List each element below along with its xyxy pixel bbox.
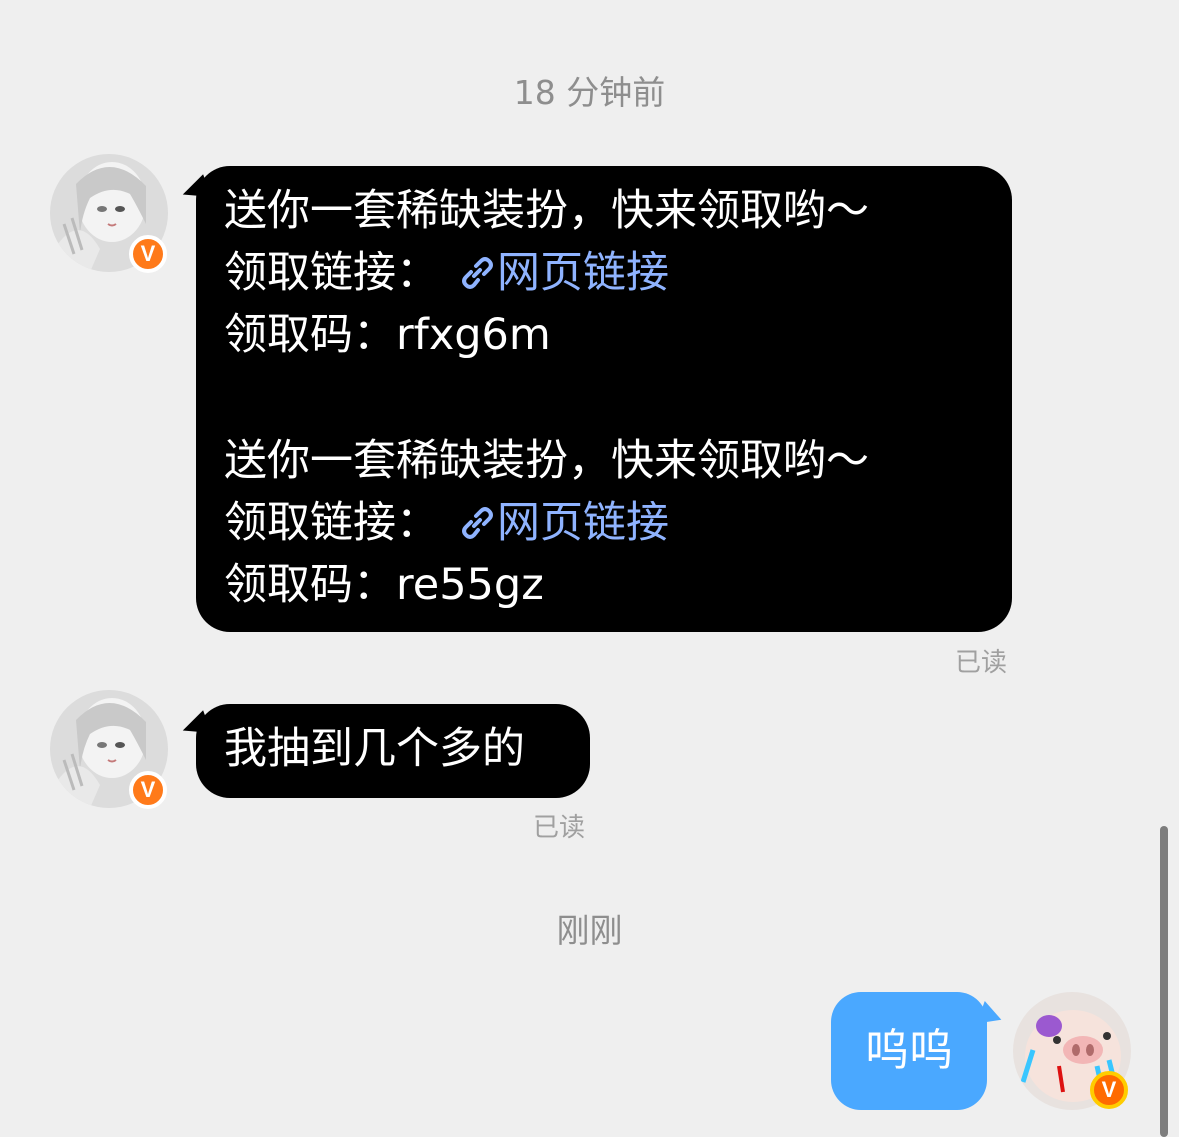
gift-code-1: 领取码：rfxg6m [224,310,551,360]
link-icon[interactable] [457,242,497,304]
gift-message-bubble[interactable]: 送你一套稀缺装扮，快来领取哟～ 领取链接： 网页链接 领取码：rfxg6m 送你一… [196,166,1012,632]
timestamp-just-now: 刚刚 [556,911,623,950]
timestamp-18min: 18 分钟前 [513,73,666,112]
draw-message-bubble[interactable]: 我抽到几个多的 [196,704,590,798]
web-link-2[interactable]: 网页链接 [497,498,669,548]
scrollbar[interactable] [1160,826,1168,1137]
web-link-1[interactable]: 网页链接 [497,248,669,298]
gift-link-row-2: 领取链接： 网页链接 [224,492,984,554]
read-status: 已读 [955,648,1008,678]
my-message-text: 呜呜 [865,1025,953,1076]
verified-badge-icon: V [129,235,167,273]
gift-text-2: 送你一套稀缺装扮，快来领取哟～ [224,436,869,486]
draw-text: 我抽到几个多的 [224,724,525,774]
link-icon[interactable] [457,492,497,554]
read-status: 已读 [533,813,586,843]
verified-badge-icon: V [1090,1071,1128,1109]
verified-badge-icon: V [129,771,167,809]
link-label: 领取链接： [224,498,439,548]
gift-code-2: 领取码：re55gz [224,560,544,610]
link-label: 领取链接： [224,248,439,298]
gift-spacer [224,366,984,428]
gift-text-1: 送你一套稀缺装扮，快来领取哟～ [224,186,869,236]
gift-link-row-1: 领取链接： 网页链接 [224,242,984,304]
my-message-bubble[interactable]: 呜呜 [831,992,987,1110]
